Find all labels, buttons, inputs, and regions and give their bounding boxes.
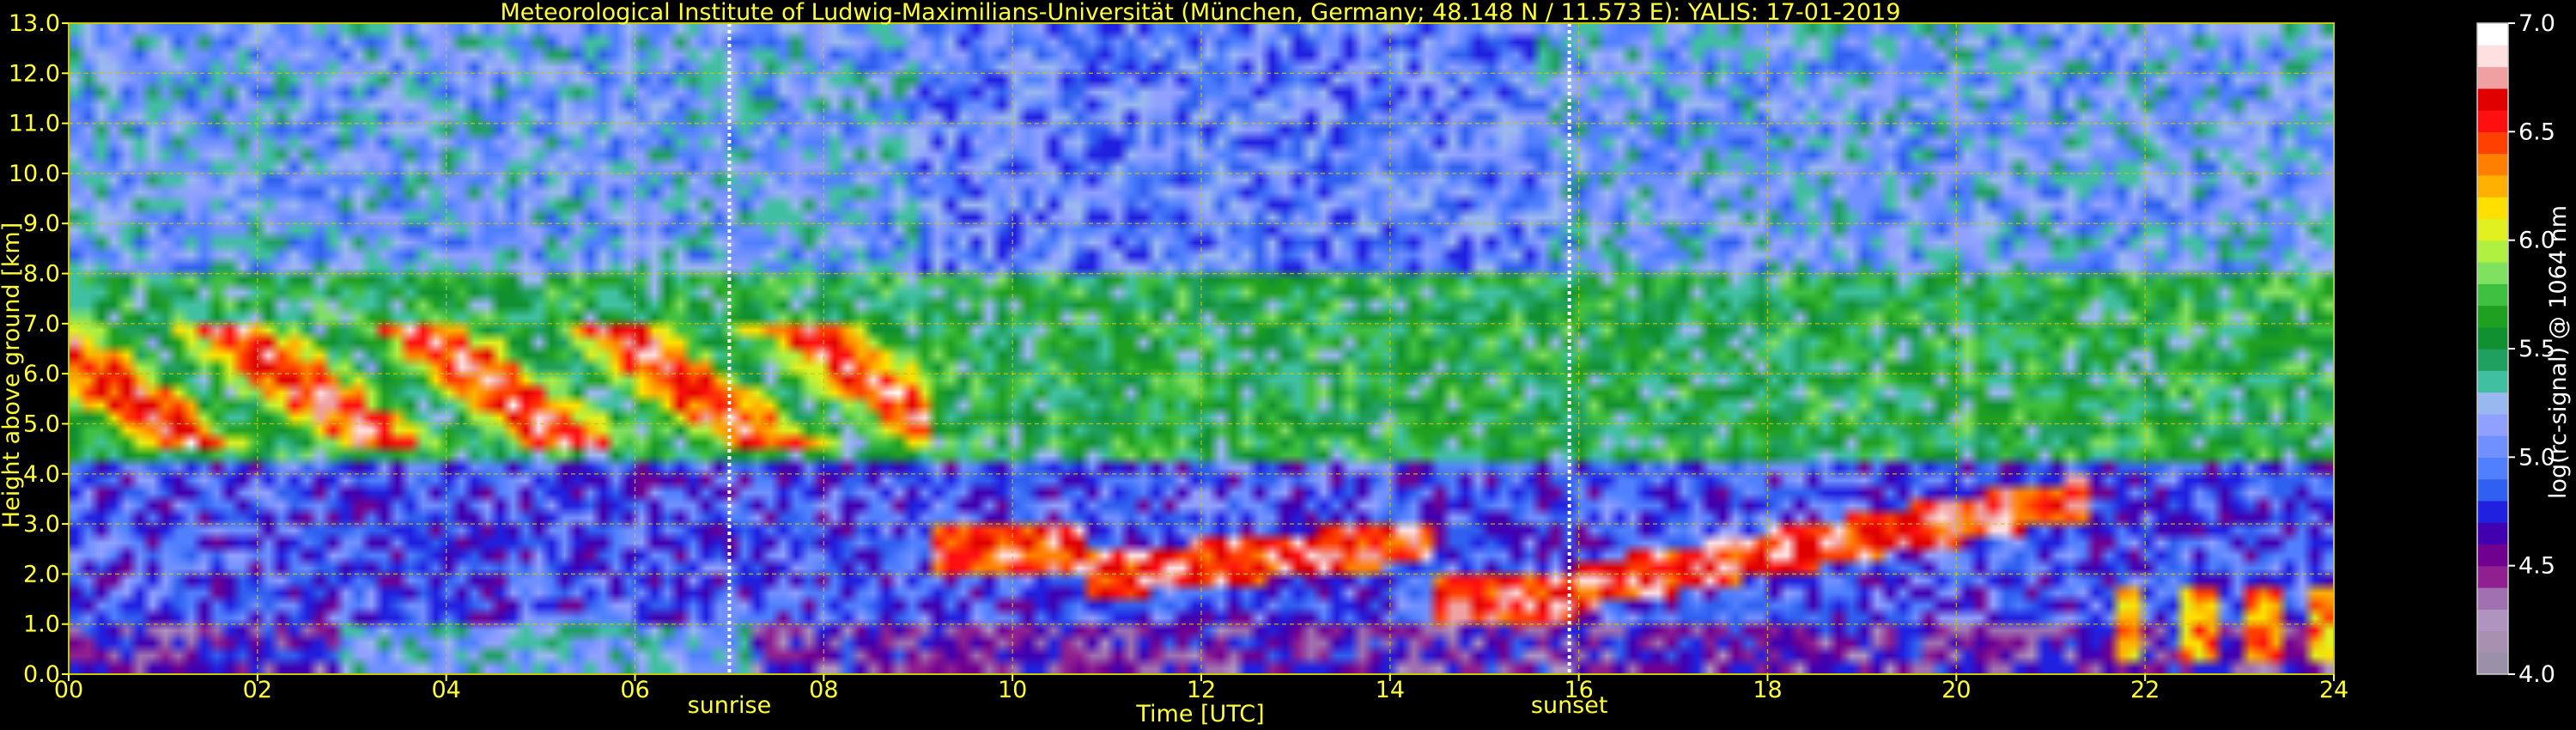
y-tick-label: 10.0 xyxy=(9,161,60,187)
x-tick-label: 24 xyxy=(2319,677,2348,703)
colorbar-segment xyxy=(2477,131,2508,155)
x-tick-label: 06 xyxy=(620,677,649,703)
y-tick-label: 0.0 xyxy=(23,661,60,688)
colorbar-segment xyxy=(2477,565,2508,588)
colorbar-segment xyxy=(2477,500,2508,523)
colorbar-segment xyxy=(2477,435,2508,458)
colorbar-segment xyxy=(2477,413,2508,436)
x-axis-label: Time [UTC] xyxy=(1135,701,1264,727)
y-tick-label: 8.0 xyxy=(23,261,60,288)
colorbar-segment xyxy=(2477,522,2508,544)
colorbar-tick-label: 7.0 xyxy=(2518,10,2555,37)
colorbar-segment xyxy=(2477,153,2508,176)
colorbar-segment xyxy=(2477,478,2508,502)
x-tick-label: 16 xyxy=(1564,677,1593,703)
colorbar-segment xyxy=(2477,544,2508,567)
colorbar-segment xyxy=(2477,261,2508,284)
colorbar-segment xyxy=(2477,392,2508,415)
y-tick-label: 6.0 xyxy=(23,361,60,387)
colorbar-segment xyxy=(2477,88,2508,111)
y-tick-label: 1.0 xyxy=(23,611,60,638)
x-tick-label: 20 xyxy=(1941,677,1971,703)
colorbar-tick-label: 6.5 xyxy=(2518,119,2555,145)
colorbar-segment xyxy=(2477,218,2508,241)
x-tick-label: 14 xyxy=(1376,677,1405,703)
colorbar-segment xyxy=(2477,283,2508,307)
x-tick-label: 18 xyxy=(1753,677,1782,703)
colorbar-segment xyxy=(2477,457,2508,480)
colorbar-segment xyxy=(2477,45,2508,68)
colorbar-segment xyxy=(2477,326,2508,350)
y-tick-label: 9.0 xyxy=(23,210,60,237)
y-tick-label: 4.0 xyxy=(23,461,60,488)
colorbar-segment xyxy=(2477,174,2508,198)
colorbar-segment xyxy=(2477,197,2508,219)
colorbar-segment xyxy=(2477,305,2508,328)
lidar-quicklook-chart: sunrise sunset 00 02 04 06 08 10 12 14 16 18 20 22 24… xyxy=(0,0,2576,730)
colorbar-segment xyxy=(2477,240,2508,263)
y-tick-label: 5.0 xyxy=(23,411,60,437)
x-tick-label: 04 xyxy=(431,677,460,703)
y-tick-label: 3.0 xyxy=(23,511,60,538)
chart-title: Meteorological Institute of Ludwig-Maxim… xyxy=(500,0,1900,26)
colorbar-segment xyxy=(2477,630,2508,654)
y-tick-label: 13.0 xyxy=(9,10,60,37)
colorbar-segment xyxy=(2477,349,2508,371)
x-tick-label: 10 xyxy=(998,677,1027,703)
y-axis-label: Height above ground [km] xyxy=(0,222,25,528)
sun-marker-label: sunrise xyxy=(688,692,772,719)
colorbar-tick-label: 4.5 xyxy=(2518,553,2555,580)
y-tick-label: 7.0 xyxy=(23,311,60,338)
x-tick-label: 12 xyxy=(1187,677,1216,703)
colorbar-label: log(rc-signal) @ 1064 nm xyxy=(2545,205,2572,499)
colorbar-segment xyxy=(2477,587,2508,610)
x-tick-label: 08 xyxy=(809,677,838,703)
y-tick-label: 12.0 xyxy=(9,60,60,87)
colorbar-segment xyxy=(2477,66,2508,89)
colorbar-segment xyxy=(2477,110,2508,132)
y-tick-label: 2.0 xyxy=(23,561,60,587)
x-tick-label: 02 xyxy=(243,677,272,703)
x-tick-label: 22 xyxy=(2130,677,2160,703)
colorbar-segment xyxy=(2477,652,2508,675)
y-tick-label: 11.0 xyxy=(9,111,60,137)
colorbar-segment xyxy=(2477,370,2508,393)
colorbar-segment xyxy=(2477,23,2508,46)
colorbar-segment xyxy=(2477,609,2508,632)
colorbar-tick-label: 4.0 xyxy=(2518,661,2555,688)
